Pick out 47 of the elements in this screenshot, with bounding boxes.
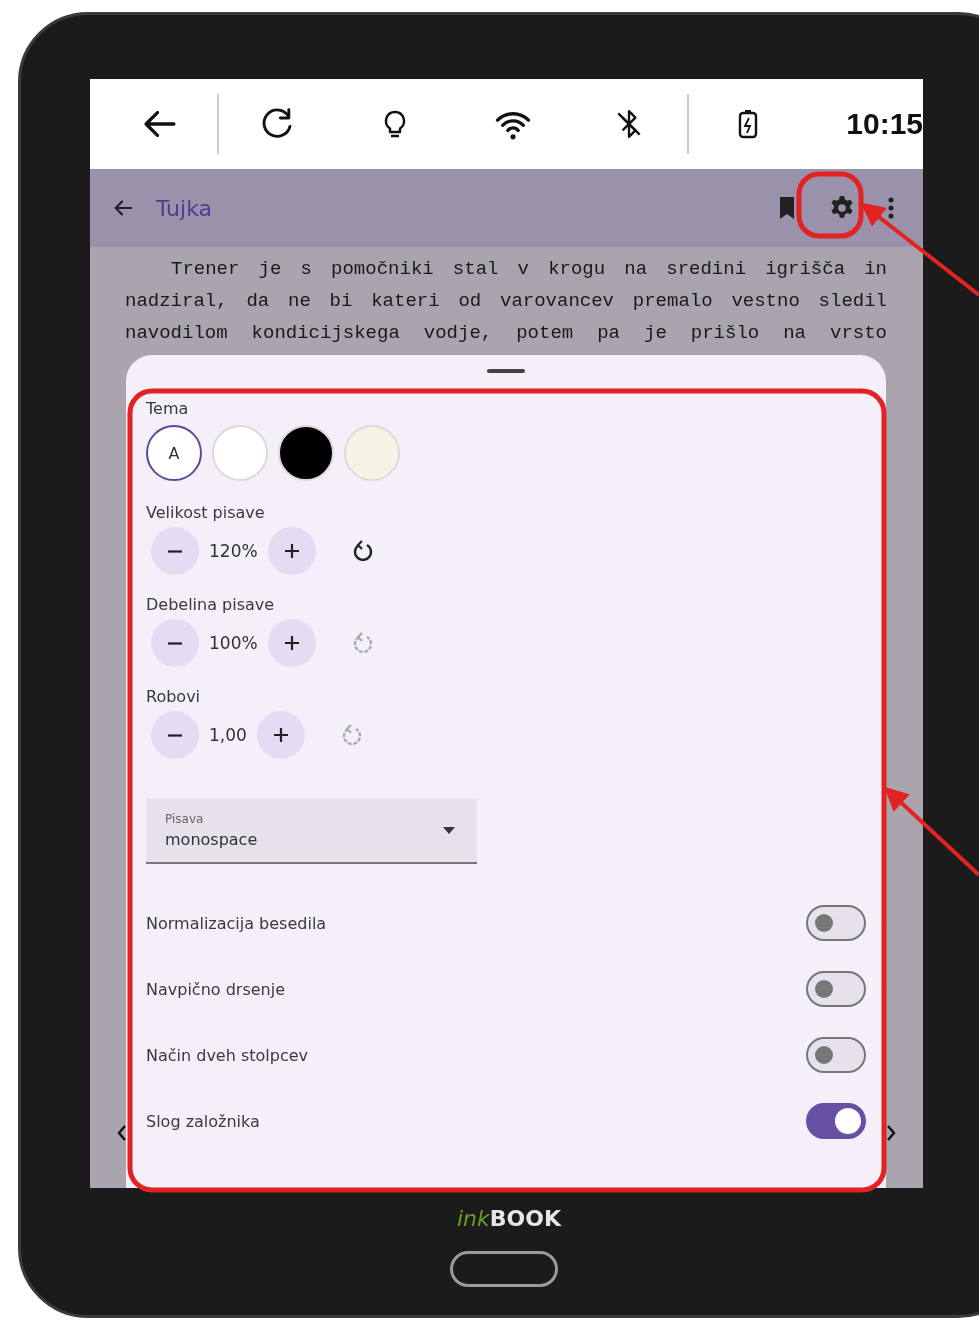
section-label: Tema [146, 399, 190, 419]
toggle-switch[interactable] [806, 1103, 866, 1139]
minus-icon [168, 733, 182, 737]
caret-icon [443, 827, 455, 834]
font-dropdown[interactable]: Pisava monospace [146, 799, 477, 864]
auto-theme-button[interactable]: A [146, 425, 202, 481]
section-label: Robovi [146, 687, 202, 707]
stepper-value: 1,00 [209, 725, 247, 745]
stepper-value: 100% [209, 633, 258, 653]
theme-swatch[interactable] [278, 425, 334, 481]
toggle-switch[interactable] [806, 1037, 866, 1073]
highlight-frame [796, 171, 864, 239]
brand-logo: inkBOOK [457, 1206, 562, 1231]
plus-icon [282, 542, 301, 560]
book-title: Tujka [156, 195, 212, 221]
section-label: Debelina pisave [146, 595, 276, 615]
home-button[interactable] [450, 1251, 558, 1287]
plus-icon [282, 634, 301, 652]
section-label: Velikost pisave [146, 503, 266, 523]
drag-handle[interactable] [487, 369, 525, 373]
increase-button[interactable] [267, 527, 316, 575]
minus-icon [168, 549, 182, 553]
dropdown-label: Pisava [165, 812, 205, 826]
text-line: Trener je s pomočniki stal v krogu na sredini igrišča in [170, 257, 887, 282]
setting-label: Navpično drsenje [146, 979, 285, 999]
dropdown-value: monospace [165, 830, 258, 849]
clock-time: 10:15 [846, 107, 923, 141]
text-line: navodilom kondicijskega vodje, potem pa je prišlo na vrsto [125, 321, 887, 346]
increase-button[interactable] [267, 619, 316, 667]
toggle-switch[interactable] [806, 971, 866, 1007]
text-line: nadziral, da ne bi kateri od varovancev premalo vestno sledil [125, 289, 887, 314]
settings-icon[interactable] [829, 195, 855, 221]
setting-label: Normalizacija besedila [146, 913, 327, 933]
theme-swatch[interactable] [212, 425, 268, 481]
more-options-icon[interactable] [887, 196, 895, 220]
chevron-left-icon[interactable] [117, 1124, 127, 1142]
reset-icon[interactable] [351, 540, 374, 562]
stepper-value: 120% [209, 541, 258, 561]
toggle-switch[interactable] [806, 905, 866, 941]
plus-icon [271, 726, 290, 744]
setting-label: Slog založnika [146, 1111, 260, 1131]
chevron-right-icon[interactable] [886, 1124, 896, 1142]
bookmark-icon[interactable] [777, 196, 797, 220]
theme-swatch[interactable] [344, 425, 400, 481]
minus-icon [168, 641, 182, 645]
setting-label: Način dveh stolpcev [146, 1045, 309, 1065]
increase-button[interactable] [256, 711, 305, 759]
